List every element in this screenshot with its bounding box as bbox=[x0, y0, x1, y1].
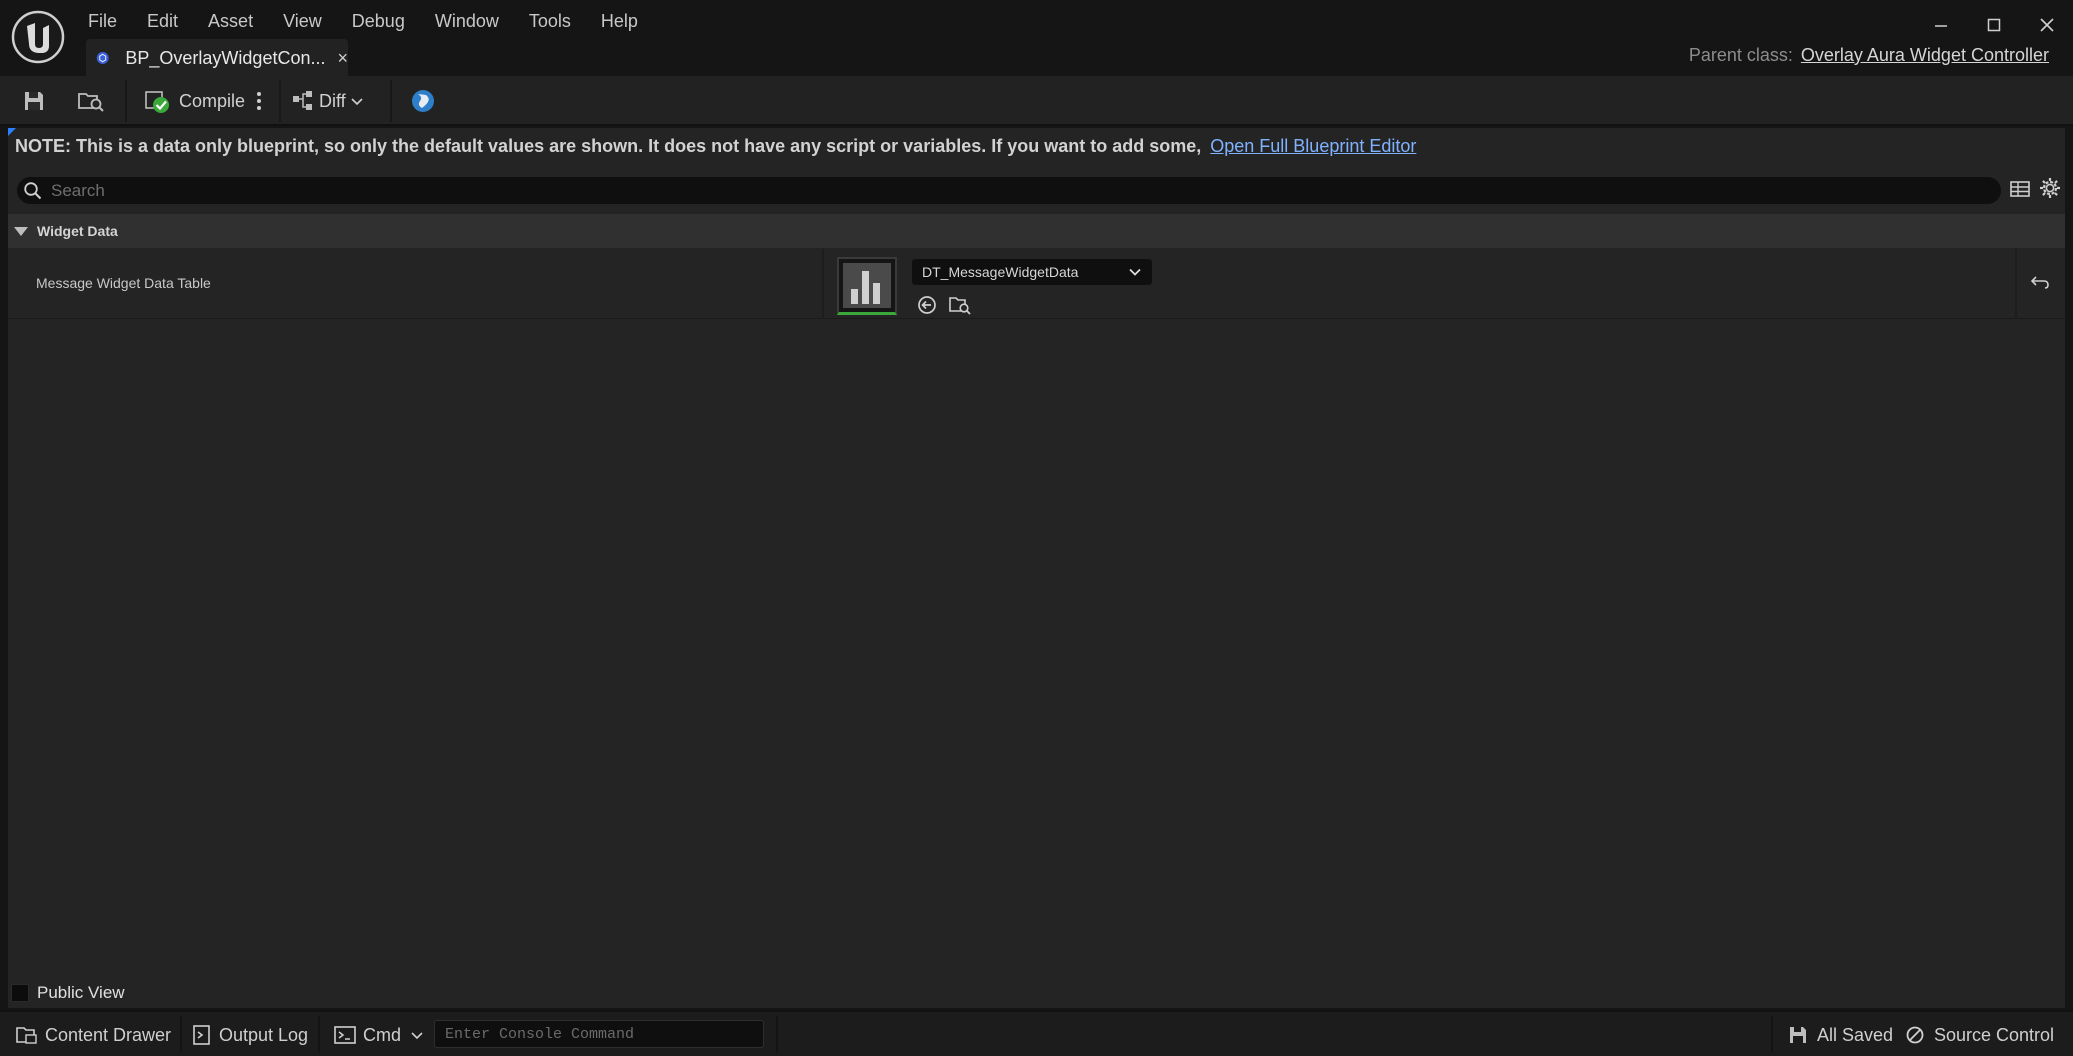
column-splitter[interactable] bbox=[822, 249, 824, 319]
toolbar-separator bbox=[279, 80, 281, 122]
maximize-button[interactable] bbox=[1967, 10, 2020, 40]
status-bar: Content Drawer Output Log Cmd Enter Cons… bbox=[0, 1010, 2073, 1056]
content-drawer-button[interactable]: Content Drawer bbox=[16, 1020, 171, 1050]
menu-debug[interactable]: Debug bbox=[352, 6, 405, 32]
browse-asset-icon[interactable] bbox=[949, 294, 971, 316]
status-separator bbox=[776, 1016, 778, 1052]
content-drawer-label: Content Drawer bbox=[45, 1024, 172, 1045]
public-view-checkbox[interactable] bbox=[11, 984, 29, 1002]
content-drawer-icon bbox=[16, 1027, 37, 1044]
compile-button[interactable]: Compile bbox=[143, 84, 245, 118]
minimize-icon bbox=[1934, 25, 1947, 27]
gear-icon[interactable] bbox=[2039, 177, 2061, 199]
diff-button[interactable]: Diff bbox=[291, 84, 365, 118]
open-full-editor-link[interactable]: Open Full Blueprint Editor bbox=[1210, 136, 1416, 156]
menu-help[interactable]: Help bbox=[601, 6, 638, 32]
browse-folder-icon bbox=[78, 93, 104, 112]
parent-class-link[interactable]: Overlay Aura Widget Controller bbox=[1801, 45, 2049, 66]
parent-class: Parent class: Overlay Aura Widget Contro… bbox=[1689, 45, 2049, 66]
category-widget-data[interactable]: Widget Data bbox=[8, 214, 2065, 248]
debug-object-button[interactable] bbox=[410, 84, 436, 118]
reset-to-default-icon[interactable] bbox=[2029, 271, 2051, 293]
status-separator bbox=[180, 1016, 182, 1052]
tab-blueprint[interactable]: BP_OverlayWidgetCon... × bbox=[86, 39, 348, 77]
save-status-icon bbox=[1790, 1027, 1806, 1043]
search-input[interactable] bbox=[51, 180, 1951, 201]
close-window-button[interactable] bbox=[2020, 10, 2073, 40]
status-separator bbox=[318, 1016, 320, 1052]
blueprint-class-icon bbox=[96, 52, 109, 64]
browse-content-button[interactable] bbox=[77, 84, 105, 118]
toolbar-separator bbox=[390, 80, 392, 122]
property-name: Message Widget Data Table bbox=[36, 275, 211, 291]
diff-icon bbox=[293, 91, 312, 110]
tab-title: BP_OverlayWidgetCon... bbox=[125, 47, 326, 68]
globe-icon bbox=[412, 90, 434, 112]
data-table-icon bbox=[843, 263, 891, 308]
expand-arrow-icon bbox=[14, 226, 28, 236]
menu-bar: File Edit Asset View Debug Window Tools … bbox=[72, 6, 668, 32]
compile-options-button[interactable] bbox=[255, 84, 263, 118]
source-control-button[interactable]: Source Control bbox=[1905, 1020, 2054, 1050]
note-text: NOTE: This is a data only blueprint, so … bbox=[15, 136, 1202, 156]
menu-tools[interactable]: Tools bbox=[529, 6, 571, 32]
details-panel: NOTE: This is a data only blueprint, so … bbox=[8, 128, 2065, 1008]
more-options-icon bbox=[257, 92, 261, 110]
search-box[interactable] bbox=[17, 177, 2001, 204]
public-view-label: Public View bbox=[37, 983, 125, 1002]
source-control-disabled-icon bbox=[1906, 1026, 1924, 1044]
menu-file[interactable]: File bbox=[88, 6, 117, 32]
all-saved-button[interactable]: All Saved bbox=[1788, 1020, 1893, 1050]
source-control-label: Source Control bbox=[1934, 1024, 2055, 1045]
menu-edit[interactable]: Edit bbox=[147, 6, 178, 32]
toolbar-separator bbox=[125, 80, 127, 122]
cmd-label: Cmd bbox=[363, 1024, 402, 1045]
data-only-note: NOTE: This is a data only blueprint, so … bbox=[15, 136, 1416, 157]
output-log-label: Output Log bbox=[219, 1024, 309, 1045]
all-saved-label: All Saved bbox=[1817, 1024, 1894, 1045]
output-log-icon bbox=[193, 1025, 210, 1045]
terminal-icon bbox=[334, 1026, 356, 1044]
compile-success-icon bbox=[145, 91, 169, 113]
menu-asset[interactable]: Asset bbox=[208, 6, 253, 32]
save-button[interactable] bbox=[22, 84, 46, 118]
minimize-button[interactable] bbox=[1914, 10, 1967, 40]
asset-thumbnail[interactable] bbox=[837, 257, 897, 315]
table-view-icon[interactable] bbox=[2009, 178, 2031, 200]
menu-view[interactable]: View bbox=[283, 6, 322, 32]
output-log-button[interactable]: Output Log bbox=[192, 1020, 308, 1050]
public-view-toggle[interactable]: Public View bbox=[11, 983, 125, 1003]
panel-focus-marker bbox=[8, 128, 16, 136]
compile-label: Compile bbox=[179, 90, 246, 111]
toolbar: Compile Diff bbox=[0, 76, 2073, 126]
column-splitter bbox=[2015, 249, 2017, 319]
maximize-icon bbox=[1987, 18, 2000, 32]
use-selected-asset-icon[interactable] bbox=[916, 294, 938, 316]
chevron-down-icon bbox=[351, 98, 363, 106]
blueprint-editor-window: File Edit Asset View Debug Window Tools … bbox=[0, 0, 2073, 1056]
cmd-selector[interactable]: Cmd bbox=[334, 1020, 425, 1050]
tab-close-icon[interactable]: × bbox=[337, 48, 348, 69]
asset-value: DT_MessageWidgetData bbox=[922, 264, 1079, 280]
category-label: Widget Data bbox=[37, 223, 118, 239]
status-separator bbox=[1771, 1016, 1773, 1052]
close-icon bbox=[2039, 18, 2054, 32]
search-icon bbox=[24, 181, 42, 199]
console-input[interactable] bbox=[435, 1021, 763, 1047]
property-row: Message Widget Data Table DT_MessageWidg… bbox=[8, 249, 2065, 319]
console-command-input[interactable] bbox=[434, 1020, 764, 1048]
diff-label: Diff bbox=[319, 90, 346, 111]
chevron-down-icon bbox=[411, 1032, 423, 1040]
window-controls bbox=[1914, 10, 2073, 40]
asset-picker-combo[interactable]: DT_MessageWidgetData bbox=[912, 259, 1152, 285]
unreal-engine-logo-icon[interactable] bbox=[11, 10, 65, 64]
parent-class-label: Parent class: bbox=[1688, 45, 1793, 65]
title-bar: File Edit Asset View Debug Window Tools … bbox=[0, 0, 2073, 77]
save-icon bbox=[25, 92, 43, 110]
chevron-down-icon bbox=[1129, 268, 1141, 276]
menu-window[interactable]: Window bbox=[435, 6, 499, 32]
